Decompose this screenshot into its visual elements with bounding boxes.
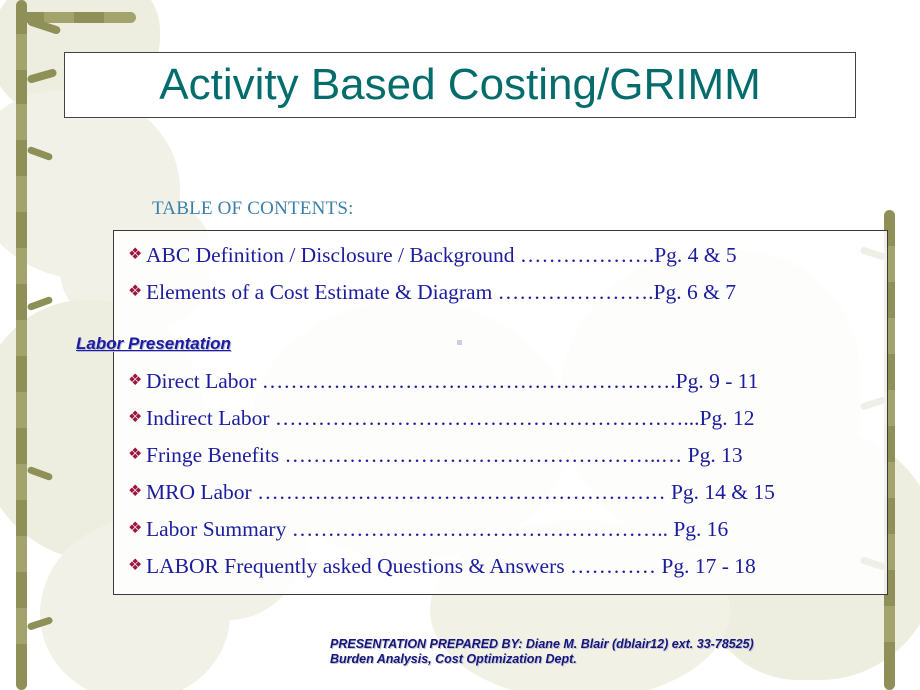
vine-sprig bbox=[26, 616, 54, 631]
diamond-bullet-icon: ❖ bbox=[128, 557, 143, 574]
vine-border-left bbox=[16, 0, 27, 690]
list-item-label: ABC Definition / Disclosure / Background… bbox=[146, 243, 737, 267]
list-item-label: Labor Summary …………………………………………….. Pg. 16 bbox=[146, 517, 729, 541]
toc-heading: TABLE OF CONTENTS: bbox=[152, 198, 354, 219]
list-item-label: Direct Labor ………………………………………………….Pg. 9 -… bbox=[146, 369, 759, 393]
vine-sprig bbox=[26, 295, 54, 312]
list-item[interactable]: ❖ Elements of a Cost Estimate & Diagram … bbox=[113, 277, 903, 307]
vine-border-top bbox=[16, 12, 136, 23]
page-title: Activity Based Costing/GRIMM bbox=[159, 60, 761, 109]
toc-list: ❖ ABC Definition / Disclosure / Backgrou… bbox=[113, 240, 903, 588]
diamond-bullet-icon: ❖ bbox=[128, 372, 143, 389]
footer: PRESENTATION PREPARED BY: Diane M. Blair… bbox=[330, 637, 890, 667]
list-item[interactable]: ❖ MRO Labor ………………………………………………… Pg. 14 &… bbox=[113, 477, 903, 507]
list-item[interactable]: ❖ LABOR Frequently asked Questions & Ans… bbox=[113, 551, 903, 581]
list-item-label: Indirect Labor …………………………………………………...Pg.… bbox=[146, 406, 755, 430]
footer-line-1: PRESENTATION PREPARED BY: Diane M. Blair… bbox=[330, 637, 754, 651]
diamond-bullet-icon: ❖ bbox=[128, 446, 143, 463]
list-item[interactable]: ❖ Indirect Labor …………………………………………………...P… bbox=[113, 403, 903, 433]
vine-sprig bbox=[26, 145, 54, 162]
list-item[interactable]: ❖ ABC Definition / Disclosure / Backgrou… bbox=[113, 240, 903, 270]
diamond-bullet-icon: ❖ bbox=[128, 246, 143, 263]
vine-sprig bbox=[26, 16, 62, 36]
labor-section-heading: Labor Presentation bbox=[76, 334, 231, 353]
list-item[interactable]: ❖ Labor Summary …………………………………………….. Pg. … bbox=[113, 514, 903, 544]
list-item-label: Fringe Benefits ……………………………………………..… Pg.… bbox=[146, 443, 743, 467]
vine-sprig bbox=[26, 68, 58, 84]
list-item-label: Elements of a Cost Estimate & Diagram ……… bbox=[146, 280, 736, 304]
list-item[interactable]: ❖ Direct Labor ………………………………………………….Pg. 9… bbox=[113, 366, 903, 396]
diamond-bullet-icon: ❖ bbox=[128, 520, 143, 537]
list-item-label: LABOR Frequently asked Questions & Answe… bbox=[146, 554, 756, 578]
diamond-bullet-icon: ❖ bbox=[128, 409, 143, 426]
list-item-label: MRO Labor ………………………………………………… Pg. 14 & 1… bbox=[146, 480, 775, 504]
vine-sprig bbox=[26, 465, 54, 482]
footer-line-2: Burden Analysis, Cost Optimization Dept. bbox=[330, 652, 577, 666]
diamond-bullet-icon: ❖ bbox=[128, 283, 143, 300]
diamond-bullet-icon: ❖ bbox=[128, 483, 143, 500]
placeholder-marker bbox=[457, 340, 462, 345]
list-item[interactable]: ❖ Fringe Benefits ……………………………………………..… P… bbox=[113, 440, 903, 470]
